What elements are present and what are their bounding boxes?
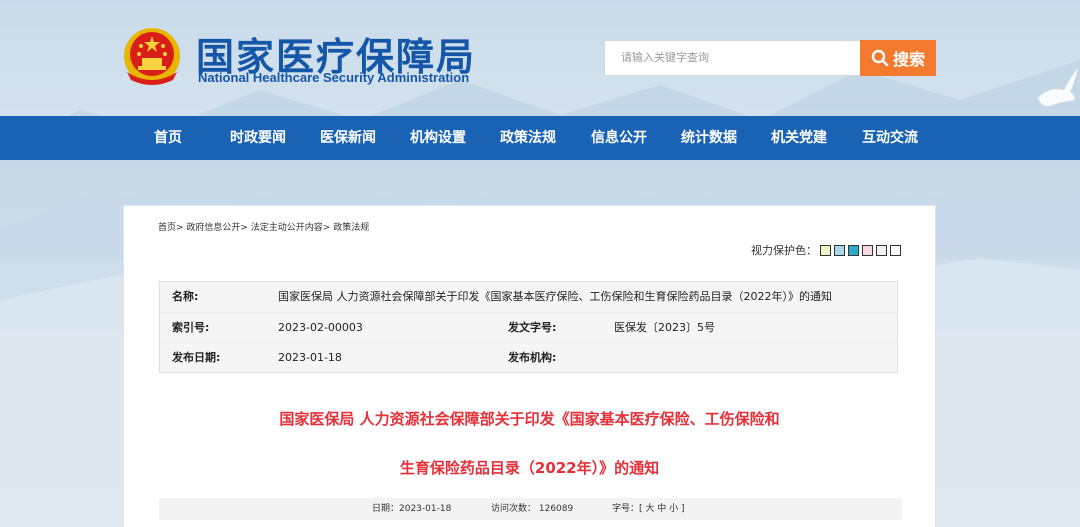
document-info-table: 名称: 国家医保局 人力资源社会保障部关于印发《国家基本医疗保险、工伤保险和生育… [159,281,898,373]
doc-no-label: 发文字号: [508,321,557,334]
vision-protection-label: 视力保护色： [751,244,817,257]
org-label: 发布机构: [508,351,557,364]
vision-color-6[interactable] [890,244,901,256]
date-value: 2023-01-18 [278,351,342,364]
vision-protection: 视力保护色： [751,242,901,258]
meta-visits: 访问次数： 126089 [491,504,574,514]
nav-statistics[interactable]: 统计数据 [681,116,737,160]
info-row-name: 名称: 国家医保局 人力资源社会保障部关于印发《国家基本医疗保险、工伤保险和生育… [160,282,897,312]
index-label: 索引号: [172,321,210,334]
date-label: 发布日期: [172,351,221,364]
info-row-index: 索引号: 2023-02-00003 发文字号: 医保发〔2023〕5号 [160,312,897,342]
name-label: 名称: [172,290,199,303]
article-meta-bar: 日期：2023-01-18 访问次数： 126089 字号：[ 大 中 小 ] [159,498,902,520]
search-button[interactable]: 搜索 [860,40,936,76]
vision-color-5[interactable] [876,244,887,256]
site-header: 国家医疗保障局 National Healthcare Security Adm… [0,0,1080,116]
nav-interaction[interactable]: 互动交流 [862,116,918,160]
nav-news-politics[interactable]: 时政要闻 [230,116,286,160]
nav-info-disclosure[interactable]: 信息公开 [591,116,647,160]
vision-color-2[interactable] [834,244,845,256]
nav-healthcare-news[interactable]: 医保新闻 [320,116,376,160]
nav-organization[interactable]: 机构设置 [410,116,466,160]
main-nav: 首页 时政要闻 医保新闻 机构设置 政策法规 信息公开 统计数据 机关党建 互动… [0,116,1080,160]
article-title-line2: 生育保险药品目录（2022年）》的通知 [399,459,660,477]
nav-party-building[interactable]: 机关党建 [771,116,827,160]
info-row-date: 发布日期: 2023-01-18 发布机构: [160,342,897,372]
nav-home[interactable]: 首页 [154,116,182,160]
meta-date: 日期：2023-01-18 [372,504,452,514]
search-icon [871,49,889,67]
search-input[interactable]: 请输入关键字查询 [604,40,860,76]
vision-color-3[interactable] [848,244,859,256]
name-value: 国家医保局 人力资源社会保障部关于印发《国家基本医疗保险、工伤保险和生育保险药品… [278,290,832,303]
site-logo-en[interactable]: National Healthcare Security Administrat… [198,70,469,85]
index-value: 2023-02-00003 [278,321,363,334]
nav-policy[interactable]: 政策法规 [500,116,556,160]
article-card: 首页> 政府信息公开> 法定主动公开内容> 政策法规 视力保护色： 名称: 国家… [123,205,936,527]
search-button-label: 搜索 [892,50,925,69]
vision-color-1[interactable] [820,244,831,256]
meta-font-size[interactable]: 字号：[ 大 中 小 ] [612,498,684,520]
vision-color-4[interactable] [862,244,873,256]
breadcrumb[interactable]: 首页> 政府信息公开> 法定主动公开内容> 政策法规 [158,220,369,233]
doc-no-value: 医保发〔2023〕5号 [614,321,715,334]
national-emblem-icon [124,28,180,85]
article-title-line1: 国家医保局 人力资源社会保障部关于印发《国家基本医疗保险、工伤保险和 [279,410,780,428]
